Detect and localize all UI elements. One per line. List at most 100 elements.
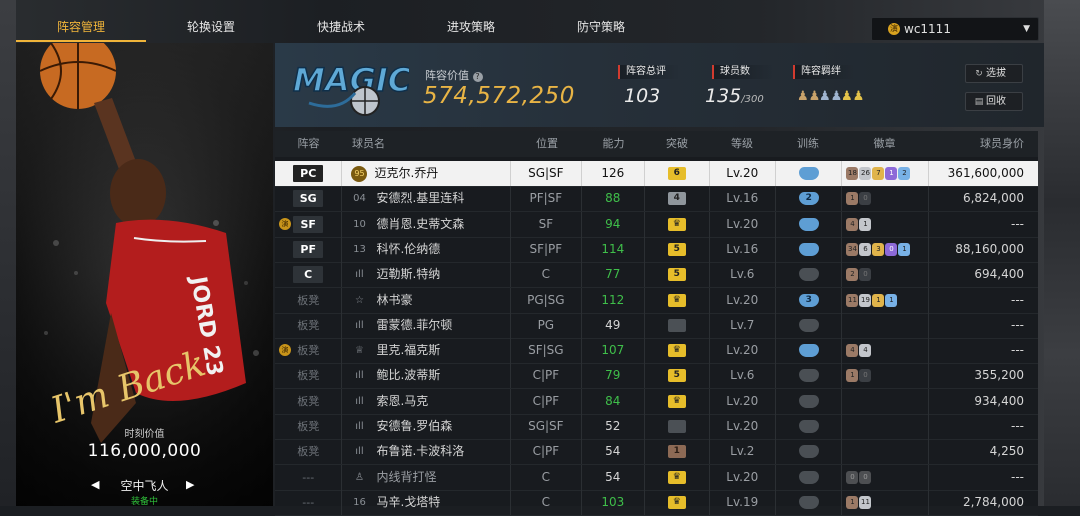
slot-cell: PC (275, 161, 343, 186)
select-button[interactable]: ↻ 选拔 (965, 64, 1023, 83)
col-breakthrough[interactable]: 突破 (645, 131, 709, 157)
tab-defense[interactable]: 防守策略 (536, 12, 666, 42)
ability-cell: 54 (582, 464, 646, 490)
table-row[interactable]: 板凳 ıll 安德鲁.罗伯森 SG|SF 52 Lv.20 --- (275, 414, 1038, 440)
level-cell: Lv.20 (710, 161, 776, 186)
name-cell: ☆ 林书豪 (342, 287, 512, 313)
table-row[interactable]: Cıll 迈勒斯.特纳 C 77 5 Lv.6 2 0 694,400 (275, 262, 1038, 289)
chemistry-bronze-icon[interactable]: ♟♟ (797, 89, 820, 105)
help-icon[interactable]: ? (472, 72, 483, 82)
table-row[interactable]: PF 13 科怀.伦纳德 SF|PF 114 5 Lv.16 34 6 3 0 1 88,160,000 (275, 236, 1038, 263)
table-row[interactable]: 演 SF 10 德肖恩.史蒂文森 SF 94 ♛ Lv.20 4 1 --- (275, 211, 1038, 238)
player-name: 里克.福克斯 (376, 343, 441, 358)
slot-bench: --- (302, 495, 315, 509)
badges-cell: 18 26 7 1 2 (842, 161, 929, 186)
position-cell: SF|PF (511, 236, 582, 262)
lineup-value-label: 阵容价值 ? (425, 67, 483, 83)
table-row[interactable]: 演板凳 ♕ 里克.福克斯 SF|SG 107 ♛ Lv.20 4 4 --- (275, 338, 1038, 365)
value-cell: --- (1011, 343, 1025, 358)
training-cell (776, 262, 843, 288)
badges-cell: 11 19 1 1 (842, 287, 929, 313)
badges-cell (842, 414, 929, 439)
crown-badge-icon: 演 (279, 344, 291, 357)
slot-bench: 板凳 (297, 318, 320, 332)
col-position[interactable]: 位置 (512, 131, 582, 157)
position-cell: C|PF (511, 388, 582, 414)
level-cell: Lv.2 (710, 439, 776, 465)
badge-count-icon: 34 (846, 242, 859, 256)
position-cell: SG|SF (511, 414, 582, 439)
table-row[interactable]: --- 16 马辛.戈塔特 C 103 ♛ Lv.19 1 11 2,784,000 (275, 489, 1038, 516)
col-training[interactable]: 训练 (775, 131, 841, 157)
level-cell: Lv.20 (710, 414, 776, 439)
col-slot[interactable]: 阵容 (275, 131, 342, 157)
breakthrough-cell: ♛ (645, 489, 710, 515)
card-name: 空中飞人 (120, 479, 169, 493)
player-name: 迈勒斯.特纳 (376, 267, 441, 282)
card-next-arrow-icon[interactable]: ▶ (186, 478, 194, 491)
training-badge-icon (798, 420, 819, 433)
table-row[interactable]: 板凳 ☆ 林书豪 PG|SG 112 ♛ Lv.20 3 11 19 1 1 --- (275, 287, 1038, 314)
slot-cell: 演 SF (275, 211, 343, 237)
slot-cell: 板凳 (275, 312, 343, 338)
table-row[interactable]: 板凳 ıll 雷蒙德.菲尔顿 PG 49 Lv.7 --- (275, 312, 1038, 339)
value-cell: --- (1011, 292, 1025, 307)
name-cell: 13 科怀.伦纳德 (342, 236, 512, 262)
breakthrough-cell: 5 (645, 363, 710, 389)
table-row[interactable]: PC 95 迈克尔.乔丹 SG|SF 126 6 Lv.20 18 26 7 1 2 361,600,0… (275, 161, 1038, 187)
tab-lineup[interactable]: 阵容管理 (16, 12, 146, 42)
badge-count-icon: 1 (885, 293, 898, 307)
ability-cell: 88 (582, 186, 646, 212)
table-row[interactable]: --- ♙ 内线背打怪 C 54 ♛ Lv.20 0 0 --- (275, 464, 1038, 491)
badges-cell (842, 439, 929, 465)
col-level[interactable]: 等级 (709, 131, 775, 157)
col-badges[interactable]: 徽章 (841, 131, 928, 157)
level-cell: Lv.19 (710, 489, 776, 515)
level-cell: Lv.6 (710, 363, 776, 389)
ability-cell: 107 (582, 338, 646, 364)
badge-count-icon: 6 (859, 242, 872, 256)
player-moment-card[interactable]: JORD 23 I'm Back 时刻价值 116,000,000 ◀ 空中飞人… (16, 43, 273, 506)
badge-count-icon: 11 (846, 293, 859, 307)
user-dropdown[interactable]: 演 wc1111 ▼ (871, 17, 1039, 41)
crown-badge-icon: 演 (279, 217, 291, 230)
tab-rotation[interactable]: 轮换设置 (146, 12, 276, 42)
background-right-edge (1044, 0, 1080, 506)
tier-icon: 10 (353, 218, 366, 230)
training-cell (776, 489, 843, 515)
training-cell (776, 388, 843, 414)
chemistry-gold-icon[interactable]: ♟♟ (841, 89, 864, 105)
position-cell: C|PF (511, 439, 582, 465)
table-row[interactable]: 板凳 ıll 鲍比.波蒂斯 C|PF 79 5 Lv.6 1 0 355,200 (275, 363, 1038, 390)
recycle-button[interactable]: ▤ 回收 (965, 92, 1023, 111)
card-value-label: 时刻价值 (124, 429, 165, 440)
slot-cell: --- (275, 489, 343, 515)
table-row[interactable]: 板凳 ıll 布鲁诺.卡波科洛 C|PF 54 1 Lv.2 4,250 (275, 439, 1038, 466)
badge-count-icon: 3 (872, 242, 885, 256)
col-ability[interactable]: 能力 (582, 131, 645, 157)
slot-cell: 板凳 (275, 363, 343, 389)
players-label: 球员数 (712, 65, 774, 79)
training-badge-icon (798, 470, 819, 484)
table-row[interactable]: 板凳 ıll 索恩.马克 C|PF 84 ♛ Lv.20 934,400 (275, 388, 1038, 415)
tab-quick-tactics[interactable]: 快捷战术 (276, 12, 406, 42)
vip-coin-icon: 演 (888, 23, 900, 35)
tab-offense[interactable]: 进攻策略 (406, 12, 536, 42)
position-cell: C (511, 464, 582, 490)
tier-icon: ☆ (354, 294, 364, 306)
name-cell: ıll 安德鲁.罗伯森 (342, 414, 512, 439)
chemistry-silver-icon[interactable]: ♟♟ (819, 89, 842, 105)
col-name[interactable]: 球员名 (342, 131, 512, 157)
slot-pill: PF (293, 240, 324, 258)
slot-pill: C (293, 266, 324, 284)
table-row[interactable]: SG 04 安德烈.基里连科 PF|SF 88 4 Lv.16 2 1 0 6,824,000 (275, 186, 1038, 213)
card-value: 116,000,000 (87, 441, 202, 461)
level-cell: Lv.16 (710, 236, 776, 262)
position-cell: SF|SG (511, 338, 582, 364)
badges-cell (842, 312, 929, 338)
col-value[interactable]: 球员身价 (928, 131, 1038, 157)
value-cell: 361,600,000 (947, 166, 1025, 180)
name-cell: ıll 迈勒斯.特纳 (342, 262, 512, 288)
slot-cell: 板凳 (275, 439, 343, 465)
position-cell: SF (511, 211, 582, 237)
